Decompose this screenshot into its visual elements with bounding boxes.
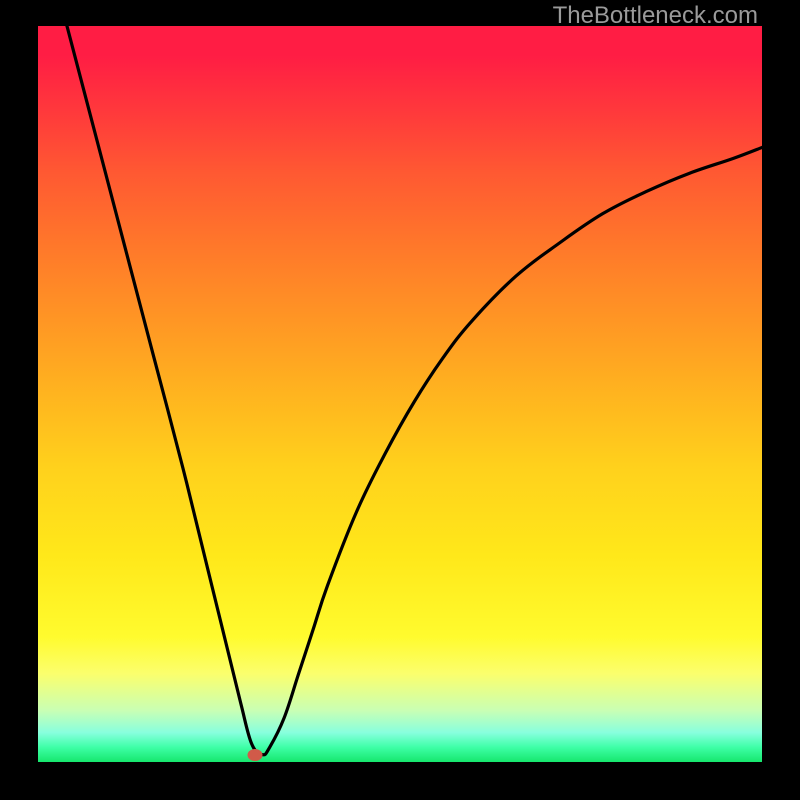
watermark-text: TheBottleneck.com xyxy=(553,2,758,30)
bottleneck-curve xyxy=(38,26,762,762)
plot-area xyxy=(38,26,762,762)
min-point-marker xyxy=(248,749,263,761)
chart-frame: TheBottleneck.com xyxy=(0,0,800,800)
